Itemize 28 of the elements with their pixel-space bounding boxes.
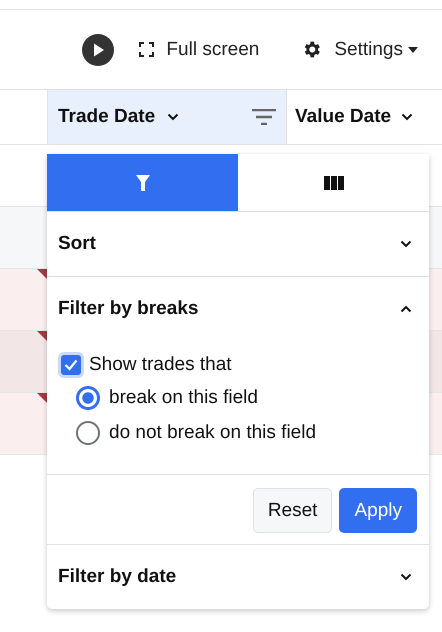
radio-button[interactable] (76, 386, 100, 410)
radio-label: do not break on this field (109, 422, 316, 444)
accordion-header[interactable]: Sort (47, 212, 429, 276)
chevron-down-icon (400, 240, 412, 248)
fullscreen-button[interactable]: Full screen (139, 38, 260, 60)
chevron-up-icon (400, 305, 412, 313)
play-icon (81, 32, 116, 66)
radio-label: break on this field (109, 386, 258, 408)
column-header[interactable]: Value Date (287, 90, 442, 144)
settings-button[interactable]: Settings (301, 38, 418, 60)
chevron-down-icon (400, 573, 412, 581)
popup-tab[interactable] (238, 154, 429, 211)
filter-icon (252, 109, 276, 125)
filter-icon (136, 174, 150, 190)
checkbox-label: Show trades that (89, 354, 232, 376)
columns-icon (324, 176, 344, 190)
fullscreen-icon (139, 42, 154, 57)
accordion-header[interactable]: Filter by breaks (47, 277, 429, 341)
apply-button[interactable]: Apply (339, 488, 417, 533)
chevron-down-icon (167, 113, 180, 121)
caret-icon (408, 46, 418, 52)
play-button[interactable] (81, 32, 116, 66)
chevron-down-icon (401, 113, 414, 121)
reset-button[interactable]: Reset (252, 488, 332, 533)
column-header[interactable]: Trade Date (47, 90, 287, 144)
accordion-header[interactable]: Filter by date (47, 545, 429, 609)
checkbox[interactable] (61, 355, 81, 375)
radio-button[interactable] (76, 420, 100, 444)
